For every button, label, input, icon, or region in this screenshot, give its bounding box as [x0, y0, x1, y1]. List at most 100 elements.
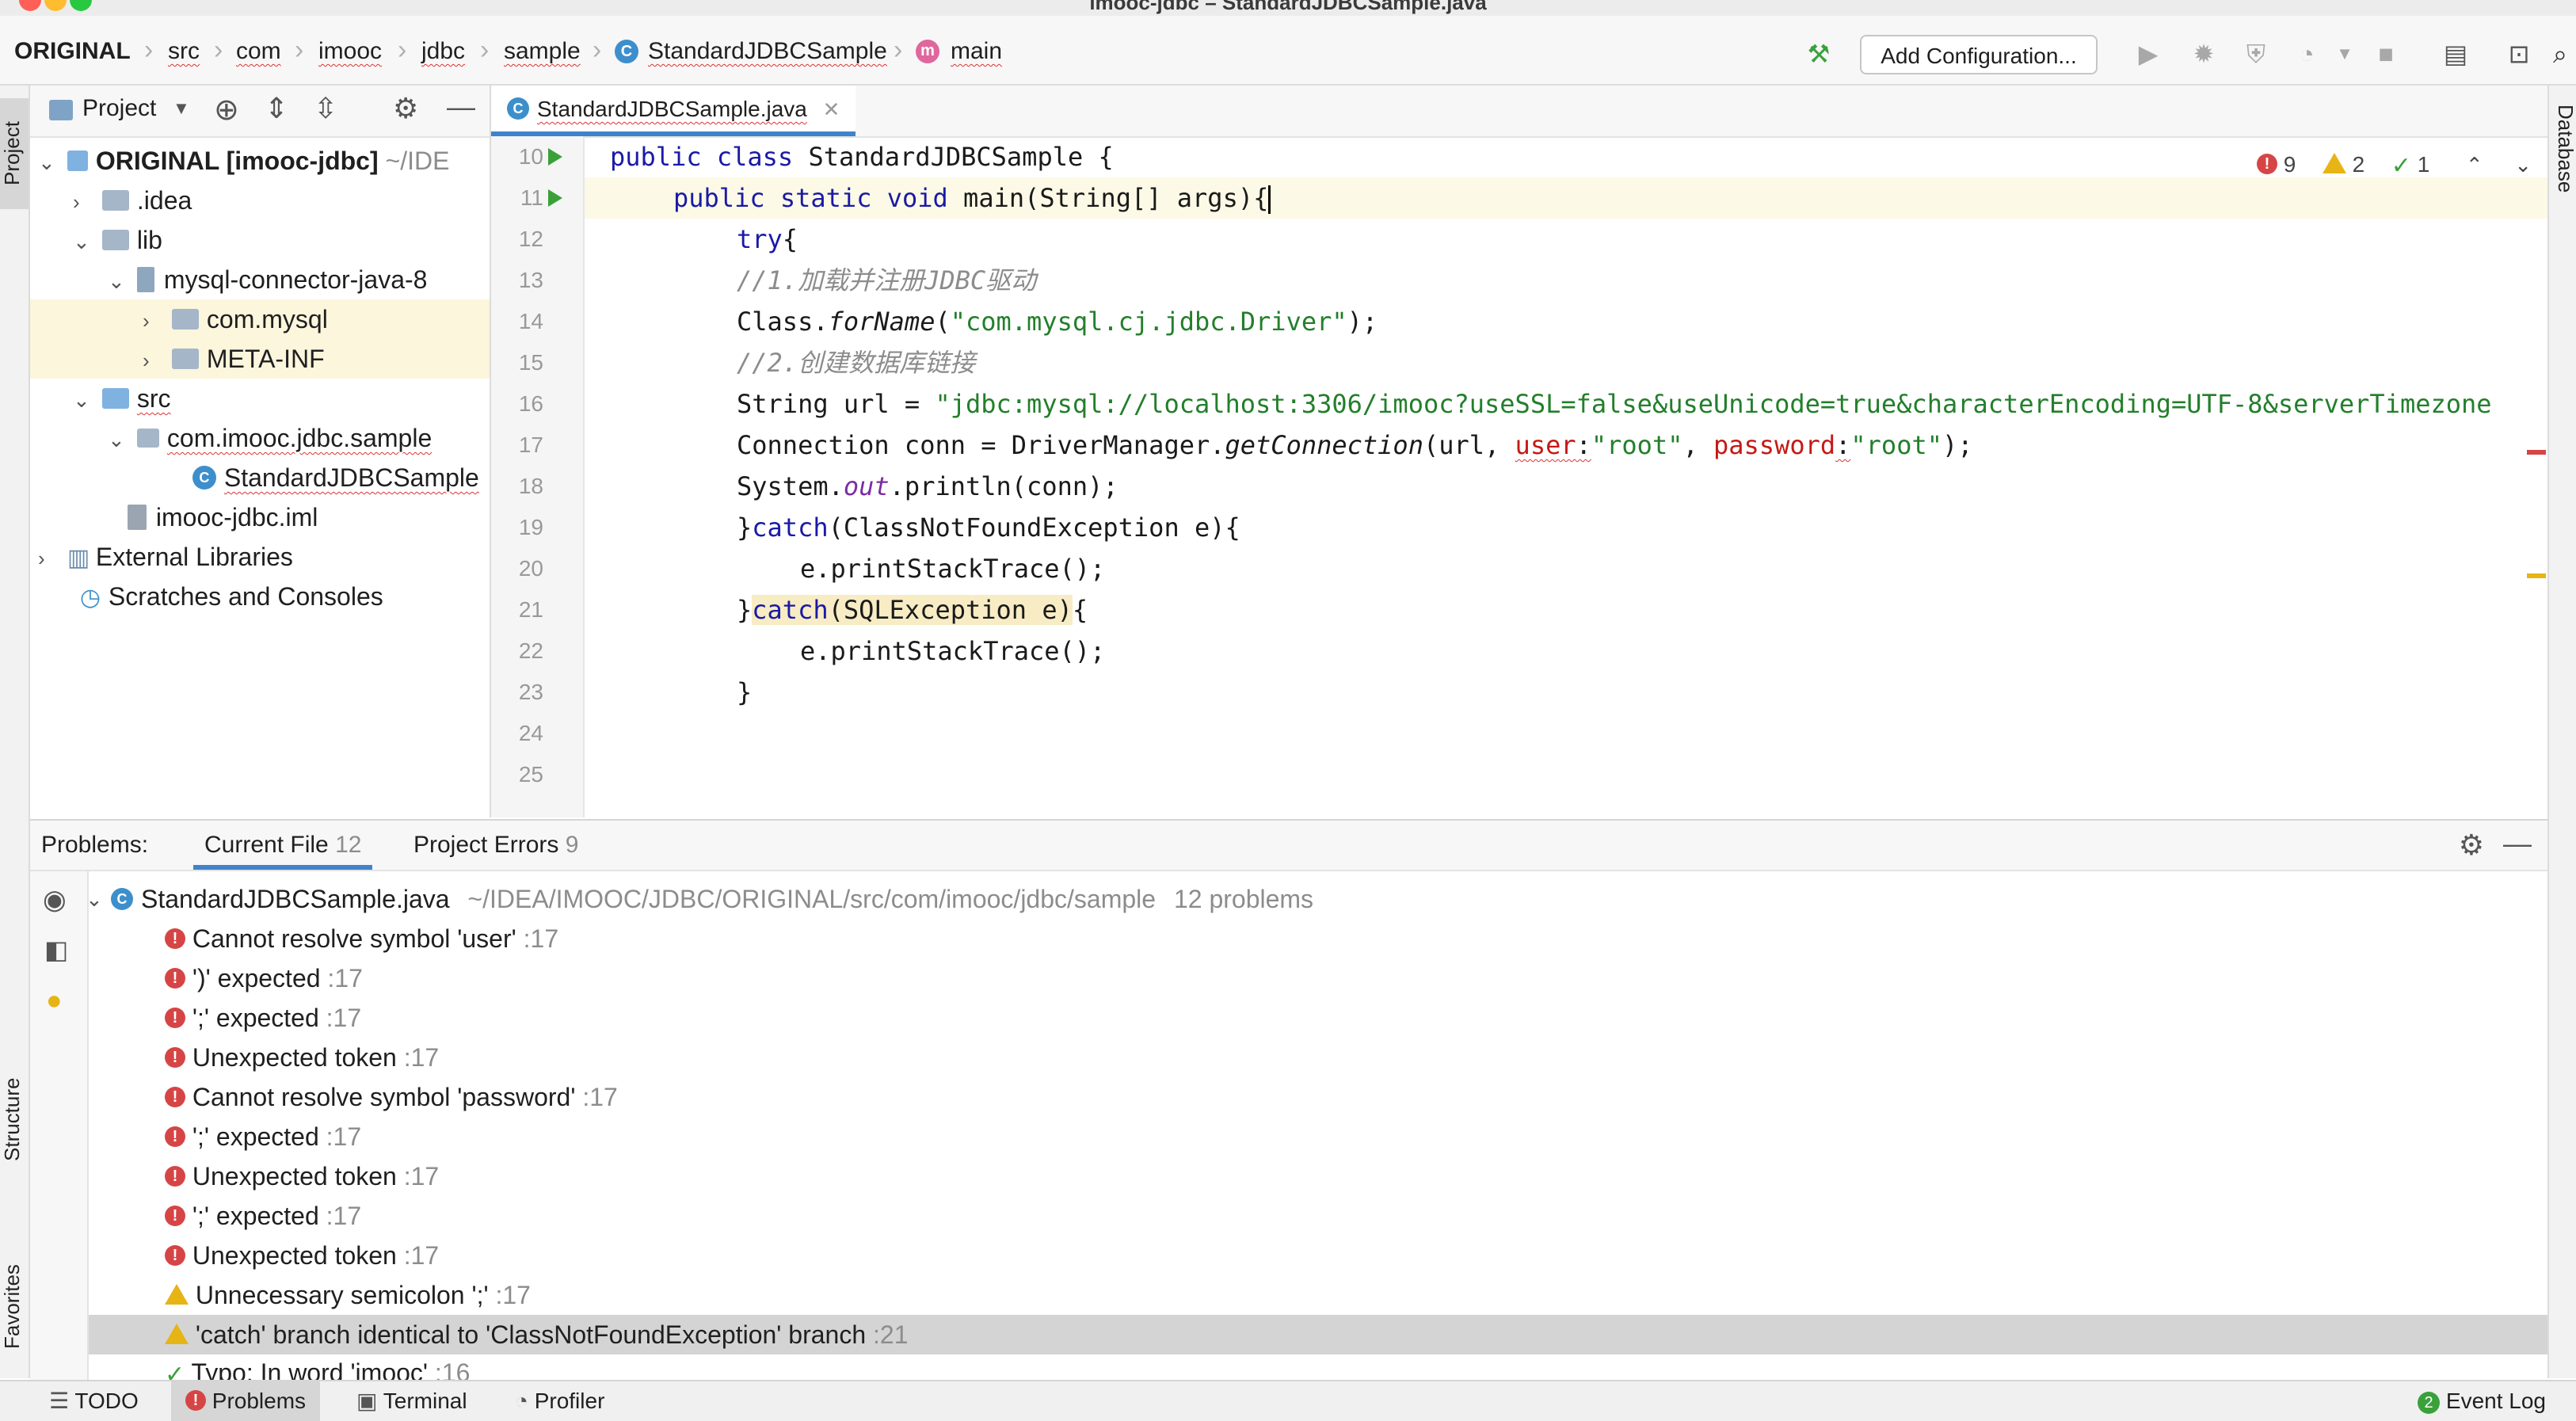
problems-file-row[interactable]: ⌄ C StandardJDBCSample.java ~/IDEA/IMOOC/…	[86, 879, 2560, 919]
chevron-down-icon[interactable]: ⌄	[108, 261, 130, 301]
problem-item-selected[interactable]: 'catch' branch identical to 'ClassNotFou…	[89, 1315, 2547, 1354]
problem-item[interactable]: ! Unexpected token :17	[89, 1156, 2547, 1196]
tree-item-mysql-connector[interactable]: ⌄ mysql-connector-java-8	[30, 260, 490, 299]
problems-tool-window: Problems: Current File 12 Project Errors…	[30, 819, 2547, 1380]
chevron-down-icon[interactable]: ▼	[173, 98, 190, 119]
breadcrumb-project[interactable]: ORIGINAL	[14, 38, 131, 65]
project-structure-icon[interactable]: ▤	[2440, 38, 2471, 70]
chevron-right-icon[interactable]: ›	[143, 301, 165, 341]
event-log-tool-tab[interactable]: 2 Event Log	[2403, 1381, 2560, 1421]
editor-tab-active[interactable]: C StandardJDBCSample.java ✕	[491, 86, 856, 136]
tree-item-project-root[interactable]: ⌄ ORIGINAL [imooc-jdbc] ~/IDE	[30, 141, 490, 181]
search-icon[interactable]: ⌕	[2544, 38, 2576, 70]
run-icon[interactable]: ▶	[2132, 38, 2164, 70]
breadcrumb-com[interactable]: com	[236, 38, 281, 65]
close-tab-icon[interactable]: ✕	[823, 97, 840, 121]
library-icon: ▥	[67, 545, 90, 571]
chevron-right-icon[interactable]: ›	[143, 341, 165, 380]
hide-panel-icon[interactable]: —	[447, 90, 475, 124]
lightbulb-icon[interactable]: ●	[46, 985, 63, 1016]
tab-current-file[interactable]: Current File 12	[193, 821, 373, 870]
project-view-selector[interactable]: Project	[82, 95, 156, 122]
profiler-tool-tab[interactable]: ◔ Profiler	[501, 1381, 619, 1421]
problem-item[interactable]: ! Cannot resolve symbol 'user' :17	[89, 919, 2547, 958]
profile-icon[interactable]: ◔	[2291, 38, 2323, 70]
breadcrumb-src[interactable]: src	[168, 38, 200, 65]
gear-icon[interactable]: ⚙	[393, 92, 418, 125]
tree-item-class[interactable]: C StandardJDBCSample	[30, 458, 490, 497]
breadcrumb-sample[interactable]: sample	[504, 38, 581, 65]
breadcrumb-method[interactable]: main	[951, 38, 1002, 65]
tab-project-errors[interactable]: Project Errors 9	[413, 821, 578, 870]
line-number: 17	[518, 432, 543, 457]
locate-file-icon[interactable]: ⊕	[214, 92, 239, 128]
tree-item-com-mysql[interactable]: › com.mysql	[30, 299, 490, 339]
tree-item-label: mysql-connector-java-8	[163, 265, 428, 294]
chevron-down-icon[interactable]: ⌄	[108, 420, 130, 459]
database-tool-tab[interactable]: Database	[2551, 105, 2576, 247]
tree-item-src[interactable]: ⌄ src	[30, 379, 490, 418]
breadcrumb-class[interactable]: StandardJDBCSample	[648, 38, 887, 65]
gear-icon[interactable]: ⚙	[2459, 821, 2484, 870]
preview-pane-icon[interactable]: ◧	[44, 935, 68, 965]
breadcrumb-separator: ›	[398, 35, 407, 65]
collapse-all-icon[interactable]: ⇳	[314, 92, 337, 125]
tree-item-path: ~/IDE	[385, 147, 450, 175]
problem-item[interactable]: ! ';' expected :17	[89, 998, 2547, 1038]
debug-bug-icon[interactable]: ✹	[2188, 38, 2220, 70]
favorites-tool-tab[interactable]: Favorites	[0, 1236, 29, 1378]
add-configuration-button[interactable]: Add Configuration...	[1860, 35, 2098, 74]
tree-item-external-libraries[interactable]: › ▥ External Libraries	[30, 537, 490, 577]
problem-item[interactable]: ! Unexpected token :17	[89, 1236, 2547, 1275]
error-icon: !	[165, 1046, 185, 1068]
expand-all-icon[interactable]: ⇕	[265, 92, 288, 125]
chevron-down-icon[interactable]: ⌄	[73, 380, 95, 420]
problem-item[interactable]: ! ';' expected :17	[89, 1117, 2547, 1156]
problem-item[interactable]: ! Cannot resolve symbol 'password' :17	[89, 1077, 2547, 1117]
problem-item[interactable]: Unnecessary semicolon ';' :17	[89, 1275, 2547, 1315]
eye-icon[interactable]: ◉	[43, 884, 67, 916]
problems-tool-tab[interactable]: ! Problems	[171, 1381, 321, 1421]
tree-item-lib[interactable]: ⌄ lib	[30, 220, 490, 260]
project-tool-tab[interactable]: Project	[0, 98, 29, 209]
tree-item-idea[interactable]: › .idea	[30, 181, 490, 220]
warning-icon	[165, 1283, 189, 1305]
problem-item[interactable]: ! ';' expected :17	[89, 1196, 2547, 1236]
problems-file-name: StandardJDBCSample.java	[141, 885, 450, 913]
tab-count: 9	[565, 832, 579, 858]
run-anything-icon[interactable]: ⊡	[2503, 38, 2535, 70]
tree-item-scratches[interactable]: ◷ Scratches and Consoles	[30, 577, 490, 616]
breadcrumb-jdbc[interactable]: jdbc	[421, 38, 465, 65]
tree-item-package[interactable]: ⌄ com.imooc.jdbc.sample	[30, 418, 490, 458]
run-main-gutter-icon[interactable]	[548, 189, 562, 207]
package-folder-icon	[171, 308, 199, 330]
error-stripe-marker[interactable]	[2527, 450, 2546, 455]
terminal-tool-tab[interactable]: ▣ Terminal	[342, 1381, 482, 1421]
todo-tool-tab[interactable]: ☰ TODO	[35, 1381, 153, 1421]
inspection-widget[interactable]: ! 9 2 ✓ 1 ⌃ ⌄	[2256, 152, 2532, 180]
problem-item[interactable]: ! Unexpected token :17	[89, 1038, 2547, 1077]
problem-item[interactable]: ✓ Typo: In word 'imooc' :16	[89, 1354, 2547, 1380]
build-hammer-icon[interactable]: ⚒	[1803, 38, 1835, 70]
problem-item[interactable]: ! ')' expected :17	[89, 958, 2547, 998]
chevron-down-icon[interactable]: ▼	[2329, 38, 2361, 70]
stop-icon[interactable]: ■	[2370, 38, 2402, 70]
run-class-gutter-icon[interactable]	[548, 148, 562, 166]
text-caret	[1268, 185, 1271, 214]
chevron-down-icon[interactable]: ⌄	[73, 222, 95, 261]
tree-item-iml[interactable]: imooc-jdbc.iml	[30, 497, 490, 537]
chevron-down-icon[interactable]: ⌄	[86, 879, 103, 919]
chevron-right-icon[interactable]: ›	[73, 182, 95, 222]
chevron-right-icon[interactable]: ›	[38, 539, 60, 578]
chevron-down-icon[interactable]: ⌄	[38, 143, 60, 182]
tree-item-meta-inf[interactable]: › META-INF	[30, 339, 490, 379]
hide-panel-icon[interactable]: —	[2503, 819, 2532, 868]
warning-stripe-marker[interactable]	[2527, 573, 2546, 578]
editor-gutter: 10 11 12 13 14 15 16 17 18 19 20 21 22 2…	[491, 136, 585, 817]
coverage-shield-icon[interactable]: ⛨	[2240, 38, 2272, 70]
tree-item-label: ORIGINAL [imooc-jdbc]	[95, 147, 379, 175]
structure-tool-tab[interactable]: Structure	[0, 1060, 29, 1179]
previous-problem-icon[interactable]: ⌃	[2466, 153, 2483, 177]
breadcrumb-imooc[interactable]: imooc	[318, 38, 382, 65]
next-problem-icon[interactable]: ⌄	[2514, 153, 2532, 177]
